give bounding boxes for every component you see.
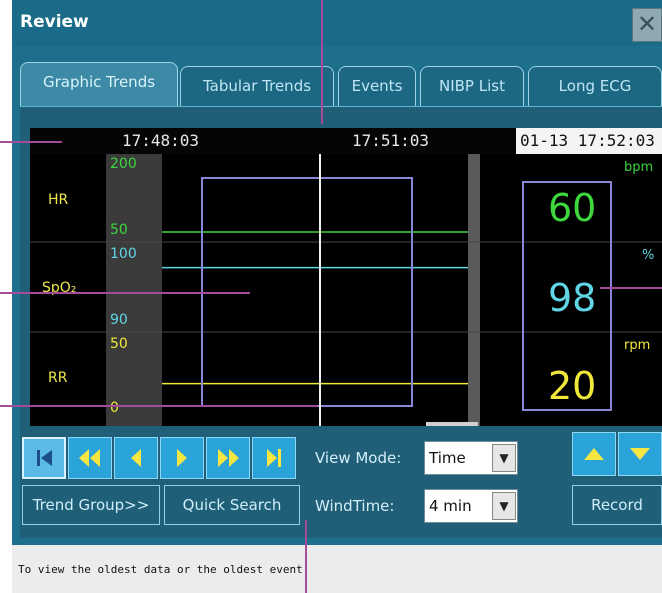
- tab-long-ecg[interactable]: Long ECG: [528, 66, 662, 106]
- back-button[interactable]: [114, 437, 158, 479]
- rr-scale-top: 50: [110, 336, 128, 352]
- tab-events[interactable]: Events: [338, 66, 416, 106]
- time-label-mid: 17:51:03: [352, 131, 430, 150]
- back-icon: [131, 449, 141, 467]
- rr-unit: rpm: [624, 338, 651, 353]
- view-mode-dropdown[interactable]: ▼: [492, 444, 516, 472]
- spo2-unit: %: [642, 248, 655, 263]
- trend-group-button[interactable]: Trend Group>>: [22, 485, 160, 525]
- title-bar: [12, 0, 662, 46]
- hr-scale-bottom: 50: [110, 222, 128, 238]
- fast-forward-icon: [218, 449, 239, 467]
- close-icon: ✕: [636, 10, 658, 38]
- tab-graphic-trends[interactable]: Graphic Trends: [20, 62, 178, 108]
- callout-line-bottom: [305, 520, 307, 593]
- view-mode-label: View Mode:: [315, 449, 402, 467]
- forward-icon: [177, 449, 187, 467]
- record-button[interactable]: Record: [572, 485, 662, 525]
- spo2-value: 98: [548, 276, 597, 320]
- trend-graph[interactable]: HR SpO₂ RR 200 50 100 90 50 0 bpm % rpm …: [30, 154, 662, 426]
- wind-time-value: 4 min: [429, 497, 472, 515]
- callout-line-values: [600, 287, 662, 289]
- scroll-up-button[interactable]: [572, 432, 616, 476]
- last-button[interactable]: [252, 437, 296, 479]
- view-mode-value: Time: [429, 449, 466, 467]
- current-datetime: 01-13 17:52:03: [516, 128, 662, 154]
- callout-line-cursor: [0, 405, 318, 407]
- status-text: To view the oldest data or the oldest ev…: [18, 563, 310, 576]
- first-button[interactable]: [22, 437, 66, 479]
- quick-search-button[interactable]: Quick Search: [164, 485, 300, 525]
- window-title: Review: [20, 12, 89, 32]
- callout-line-graph: [0, 292, 250, 294]
- rr-label: RR: [48, 370, 68, 386]
- forward-button[interactable]: [160, 437, 204, 479]
- rr-value: 20: [548, 364, 597, 408]
- callout-line-timebar: [0, 141, 62, 143]
- last-icon: [267, 449, 281, 467]
- fast-forward-button[interactable]: [206, 437, 250, 479]
- chevron-down-icon: ▼: [499, 499, 509, 513]
- hr-scale-top: 200: [110, 156, 137, 172]
- rr-scale-bottom: 0: [110, 400, 119, 416]
- fast-back-icon: [79, 449, 100, 467]
- hr-value: 60: [548, 186, 597, 230]
- fast-back-button[interactable]: [68, 437, 112, 479]
- spo2-scale-bottom: 90: [110, 312, 128, 328]
- tab-nibp-list[interactable]: NIBP List: [420, 66, 524, 106]
- scroll-down-button[interactable]: [618, 432, 662, 476]
- scroll-thumb[interactable]: [426, 422, 478, 426]
- tab-tabular-trends[interactable]: Tabular Trends: [180, 66, 334, 106]
- first-icon: [37, 450, 52, 466]
- chevron-down-icon: ▼: [499, 451, 509, 465]
- callout-line-top: [321, 0, 323, 124]
- scale-column: [106, 154, 162, 426]
- hr-label: HR: [48, 192, 69, 208]
- hr-unit: bpm: [624, 160, 654, 175]
- up-arrow-icon: [584, 448, 604, 460]
- time-label-start: 17:48:03: [122, 131, 200, 150]
- close-button[interactable]: ✕: [632, 8, 662, 42]
- scroll-column: [468, 154, 480, 426]
- down-arrow-icon: [630, 448, 650, 460]
- wind-time-label: WindTime:: [315, 497, 395, 515]
- wind-time-dropdown[interactable]: ▼: [492, 492, 516, 520]
- spo2-scale-top: 100: [110, 246, 137, 262]
